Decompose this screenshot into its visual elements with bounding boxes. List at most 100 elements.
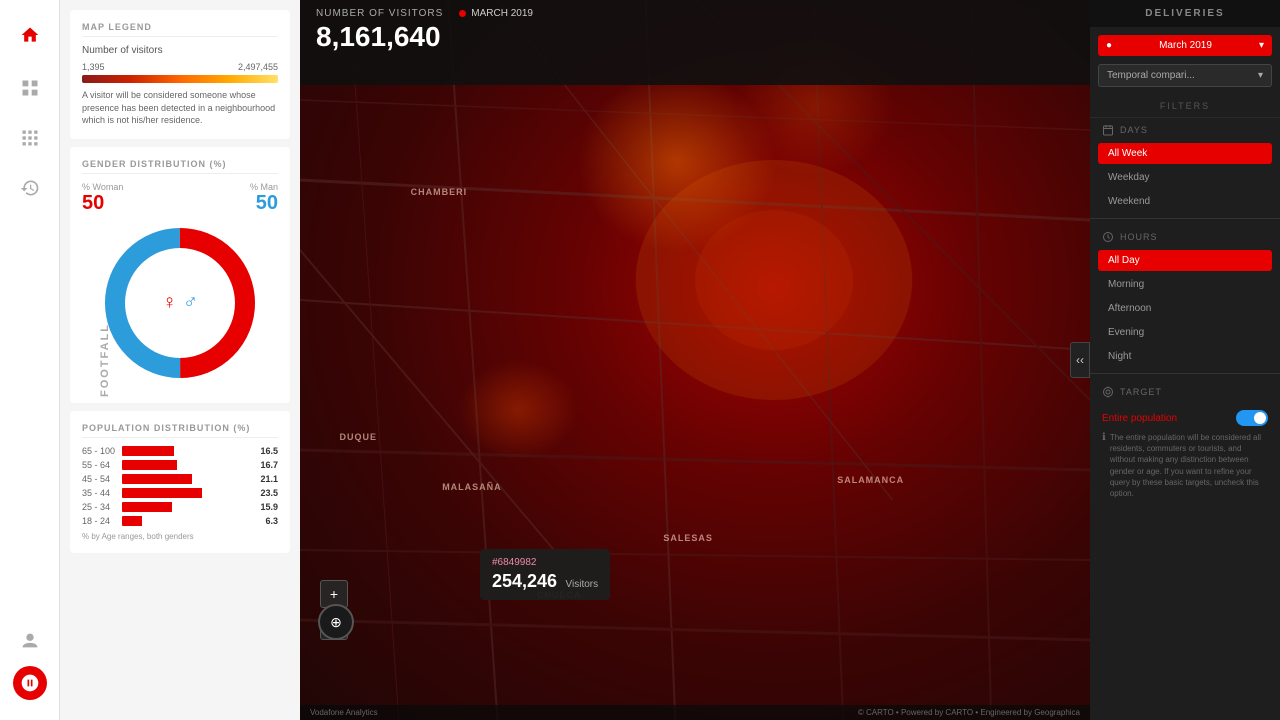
pop-age-55: 55 - 64	[82, 460, 122, 470]
man-value: 50	[250, 192, 278, 215]
pop-val-18: 6.3	[250, 516, 278, 526]
legend-gradient	[82, 75, 278, 83]
pop-val-35: 23.5	[250, 488, 278, 498]
side-panel: MAP LEGEND Number of visitors 1,395 2,49…	[60, 0, 300, 720]
map-footer: Vodafone Analytics © CARTO • Powered by …	[300, 705, 1090, 720]
hours-morning-btn[interactable]: Morning	[1098, 274, 1272, 295]
pop-age-65: 65 - 100	[82, 446, 122, 456]
target-description: The entire population will be considered…	[1110, 432, 1268, 499]
pop-val-65: 16.5	[250, 446, 278, 456]
pop-bar-65-bar	[122, 446, 174, 456]
map-legend-title: MAP LEGEND	[82, 22, 278, 37]
nav-item-user[interactable]	[10, 621, 50, 661]
man-label: % Man	[250, 182, 278, 192]
hours-section-title: HOURS	[1090, 225, 1280, 247]
hours-afternoon-btn[interactable]: Afternoon	[1098, 298, 1272, 319]
gender-woman-block: % Woman 50	[82, 182, 123, 215]
nav-item-history[interactable]	[10, 168, 50, 208]
pop-bar-45-bar	[122, 474, 192, 484]
street-overlay	[300, 0, 1090, 720]
map-legend-card: MAP LEGEND Number of visitors 1,395 2,49…	[70, 10, 290, 139]
date-dot	[459, 10, 466, 17]
pop-val-45: 21.1	[250, 474, 278, 484]
pop-row-55: 55 - 64 16.7	[82, 460, 278, 470]
pop-val-55: 16.7	[250, 460, 278, 470]
right-panel: DELIVERIES ● March 2019 ▾ Temporal compa…	[1090, 0, 1280, 720]
target-options: Entire population ℹ The entire populatio…	[1090, 402, 1280, 507]
tooltip-visitors-row: 254,246 Visitors	[492, 571, 598, 592]
visitor-count: 8,161,640	[316, 21, 1074, 53]
map-header: NUMBER OF VISITORS MARCH 2019 8,161,640	[300, 0, 1090, 85]
month-label: March 2019	[1159, 40, 1212, 51]
man-icon: ♂	[183, 291, 198, 314]
woman-label: % Woman	[82, 182, 123, 192]
pop-bar-18	[122, 516, 250, 526]
target-section-title: TARGET	[1090, 380, 1280, 402]
days-weekend-btn[interactable]: Weekend	[1098, 191, 1272, 212]
gender-donut: ♀ ♂	[100, 223, 260, 383]
target-toggle[interactable]	[1236, 410, 1268, 426]
footer-right: © CARTO • Powered by CARTO • Engineered …	[858, 708, 1080, 717]
pop-row-25: 25 - 34 15.9	[82, 502, 278, 512]
month-selector[interactable]: ● March 2019 ▾	[1098, 35, 1272, 56]
info-icon: ℹ	[1102, 432, 1106, 443]
hours-allday-btn[interactable]: All Day	[1098, 250, 1272, 271]
clock-icon	[1102, 231, 1114, 243]
legend-min: 1,395	[82, 62, 105, 72]
pop-bar-25-bar	[122, 502, 172, 512]
entire-population-row: Entire population	[1102, 410, 1268, 426]
hours-evening-btn[interactable]: Evening	[1098, 322, 1272, 343]
pop-age-18: 18 - 24	[82, 516, 122, 526]
select-btn[interactable]: ⊕	[318, 604, 354, 640]
collapse-btn[interactable]: ‹‹	[1070, 342, 1090, 378]
legend-range: 1,395 2,497,455	[82, 62, 278, 72]
footer-left: Vodafone Analytics	[310, 708, 378, 717]
collapse-icon: ‹‹	[1076, 353, 1084, 367]
pop-bar-55	[122, 460, 250, 470]
pop-row-35: 35 - 44 23.5	[82, 488, 278, 498]
legend-max: 2,497,455	[238, 62, 278, 72]
tooltip-count: 254,246	[492, 571, 557, 591]
pop-bar-55-bar	[122, 460, 177, 470]
hours-night-btn[interactable]: Night	[1098, 346, 1272, 367]
pop-bar-35-bar	[122, 488, 202, 498]
days-weekday-btn[interactable]: Weekday	[1098, 167, 1272, 188]
nav-sidebar	[0, 0, 60, 720]
woman-value: 50	[82, 192, 123, 215]
tooltip-label: Visitors	[566, 579, 599, 590]
map-tooltip: #6849982 254,246 Visitors	[480, 549, 610, 600]
map-background	[300, 0, 1090, 720]
right-panel-header: DELIVERIES	[1090, 0, 1280, 27]
pop-note: % by Age ranges, both genders	[82, 532, 278, 541]
pop-bar-65	[122, 446, 250, 456]
nav-item-home[interactable]	[10, 15, 50, 55]
pop-age-45: 45 - 54	[82, 474, 122, 484]
legend-subtitle: Number of visitors	[82, 45, 278, 56]
gender-stats: % Woman 50 % Man 50	[82, 182, 278, 215]
compare-selector[interactable]: Temporal compari... ▾	[1098, 64, 1272, 87]
woman-icon: ♀	[162, 291, 177, 314]
target-label: Entire population	[1102, 413, 1177, 424]
nav-item-grid[interactable]	[10, 118, 50, 158]
pop-row-45: 45 - 54 21.1	[82, 474, 278, 484]
nav-item-analytics[interactable]	[10, 68, 50, 108]
map-area[interactable]: NUMBER OF VISITORS MARCH 2019 8,161,640 …	[300, 0, 1090, 720]
donut-icons: ♀ ♂	[162, 291, 198, 314]
compare-chevron: ▾	[1258, 70, 1263, 81]
map-header-row: NUMBER OF VISITORS MARCH 2019	[316, 8, 1074, 19]
pop-age-25: 25 - 34	[82, 502, 122, 512]
month-dot: ●	[1106, 40, 1112, 51]
pop-title: POPULATION DISTRIBUTION (%)	[82, 423, 278, 438]
date-badge: MARCH 2019	[459, 8, 533, 19]
filters-header: FILTERS	[1090, 95, 1280, 118]
calendar-icon	[1102, 124, 1114, 136]
select-icon: ⊕	[330, 614, 342, 631]
pop-row-18: 18 - 24 6.3	[82, 516, 278, 526]
gender-card: GENDER DISTRIBUTION (%) % Woman 50 % Man…	[70, 147, 290, 403]
days-allweek-btn[interactable]: All Week	[1098, 143, 1272, 164]
pop-bar-45	[122, 474, 250, 484]
target-desc-row: ℹ The entire population will be consider…	[1102, 432, 1268, 499]
month-chevron: ▾	[1259, 40, 1264, 51]
target-icon	[1102, 386, 1114, 398]
pop-val-25: 15.9	[250, 502, 278, 512]
